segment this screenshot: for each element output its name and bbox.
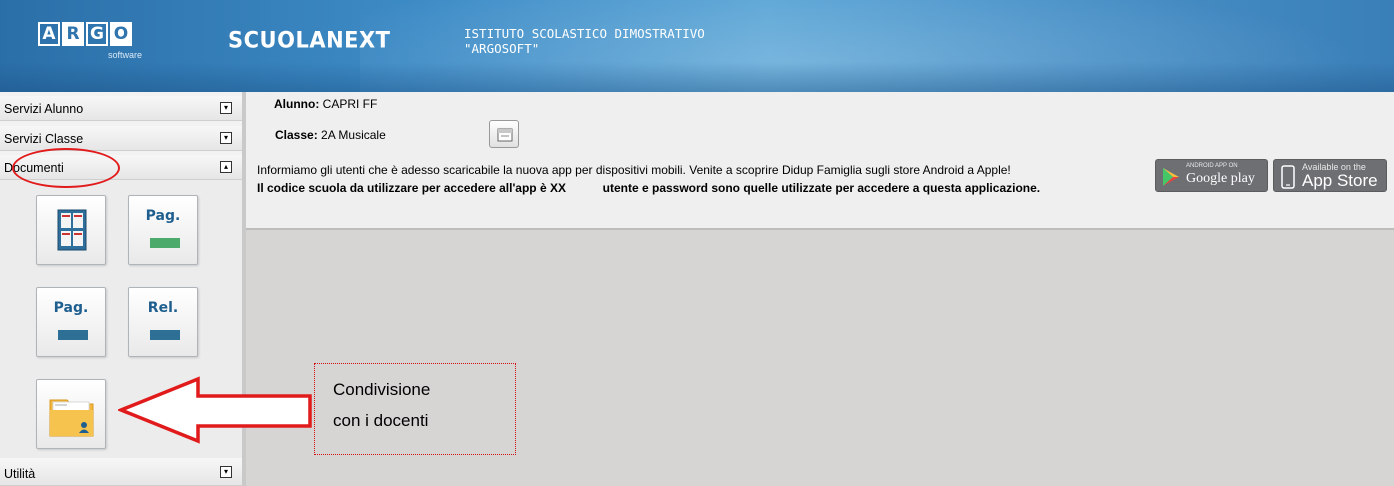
expand-toggle-icon[interactable]: ▾ xyxy=(220,466,232,478)
document-grid-icon xyxy=(57,209,87,251)
school-name-line1: ISTITUTO SCOLASTICO DIMOSTRATIVO xyxy=(464,26,705,41)
google-play-badge[interactable]: ANDROID APP ON Google play xyxy=(1155,159,1268,192)
class-details-button[interactable] xyxy=(489,120,519,148)
shared-folder-user-icon xyxy=(49,399,94,437)
annotation-circle xyxy=(12,148,120,188)
logo-letter-o: O xyxy=(110,22,132,46)
tile-label: Pag. xyxy=(145,208,181,224)
sidebar-item-servizi-classe[interactable]: Servizi Classe ▾ xyxy=(0,126,242,151)
tile-label: Rel. xyxy=(147,300,179,316)
logo-letter-g: G xyxy=(86,22,108,46)
logo-letter-r: R xyxy=(62,22,84,46)
header-band xyxy=(0,62,1394,92)
school-name: ISTITUTO SCOLASTICO DIMOSTRATIVO "ARGOSO… xyxy=(464,26,705,56)
google-play-icon xyxy=(1163,168,1179,186)
relazione-tile[interactable]: Rel. xyxy=(128,287,198,357)
callout-line1: Condivisione xyxy=(333,380,431,399)
logo-subtitle: software xyxy=(108,50,143,60)
argo-logo[interactable]: A R G O xyxy=(38,22,132,46)
phone-icon xyxy=(1281,165,1295,189)
classe-label: Classe: xyxy=(275,128,318,142)
expand-toggle-icon[interactable]: ▾ xyxy=(220,102,232,114)
sidebar-item-label: Servizi Classe xyxy=(4,132,84,146)
documenti-bacheca-tile[interactable] xyxy=(36,195,106,265)
rel-blue-icon xyxy=(150,330,180,340)
callout-line2: con i docenti xyxy=(333,411,429,430)
pag-green-icon xyxy=(150,238,180,248)
condivisione-docenti-tile[interactable] xyxy=(36,379,106,449)
alunno-value: CAPRI FF xyxy=(322,97,378,111)
classe-value: 2A Musicale xyxy=(321,128,386,142)
app-header: A R G O software SCUOLANEXT ISTITUTO SCO… xyxy=(0,0,1394,92)
alunno-label: Alunno: xyxy=(274,97,320,111)
sidebar-item-label: Utilità xyxy=(4,467,36,481)
annotation-callout: Condivisione con i docenti xyxy=(314,363,516,455)
google-play-small-text: ANDROID APP ON xyxy=(1186,163,1238,169)
school-name-line2: "ARGOSOFT" xyxy=(464,41,540,56)
tile-label: Pag. xyxy=(53,300,89,316)
brand-title: SCUOLANEXT xyxy=(228,27,391,53)
annotation-arrow-icon xyxy=(118,376,312,444)
expand-toggle-icon[interactable]: ▾ xyxy=(220,132,232,144)
app-store-text: App Store xyxy=(1302,171,1378,190)
sidebar-item-label: Servizi Alunno xyxy=(4,102,84,116)
pagella-tile[interactable]: Pag. xyxy=(128,195,198,265)
google-play-text: Google play xyxy=(1186,171,1255,186)
sidebar-item-utilita[interactable]: Utilità ▾ xyxy=(0,458,242,486)
app-store-badge[interactable]: Available on the App Store xyxy=(1273,159,1387,192)
notice-code-line: Il codice scuola da utilizzare per acced… xyxy=(257,181,1041,195)
sidebar-item-servizi-alunno[interactable]: Servizi Alunno ▾ xyxy=(0,96,242,121)
logo-letter-a: A xyxy=(38,22,60,46)
pagella-blue-tile[interactable]: Pag. xyxy=(36,287,106,357)
alunno-row: Alunno: CAPRI FF xyxy=(274,97,377,111)
notice-app-line: Informiamo gli utenti che è adesso scari… xyxy=(257,163,1011,177)
calendar-icon xyxy=(497,128,513,142)
pag-blue-icon xyxy=(58,330,88,340)
classe-row: Classe: 2A Musicale xyxy=(275,128,386,142)
collapse-toggle-icon[interactable]: ▴ xyxy=(220,161,232,173)
